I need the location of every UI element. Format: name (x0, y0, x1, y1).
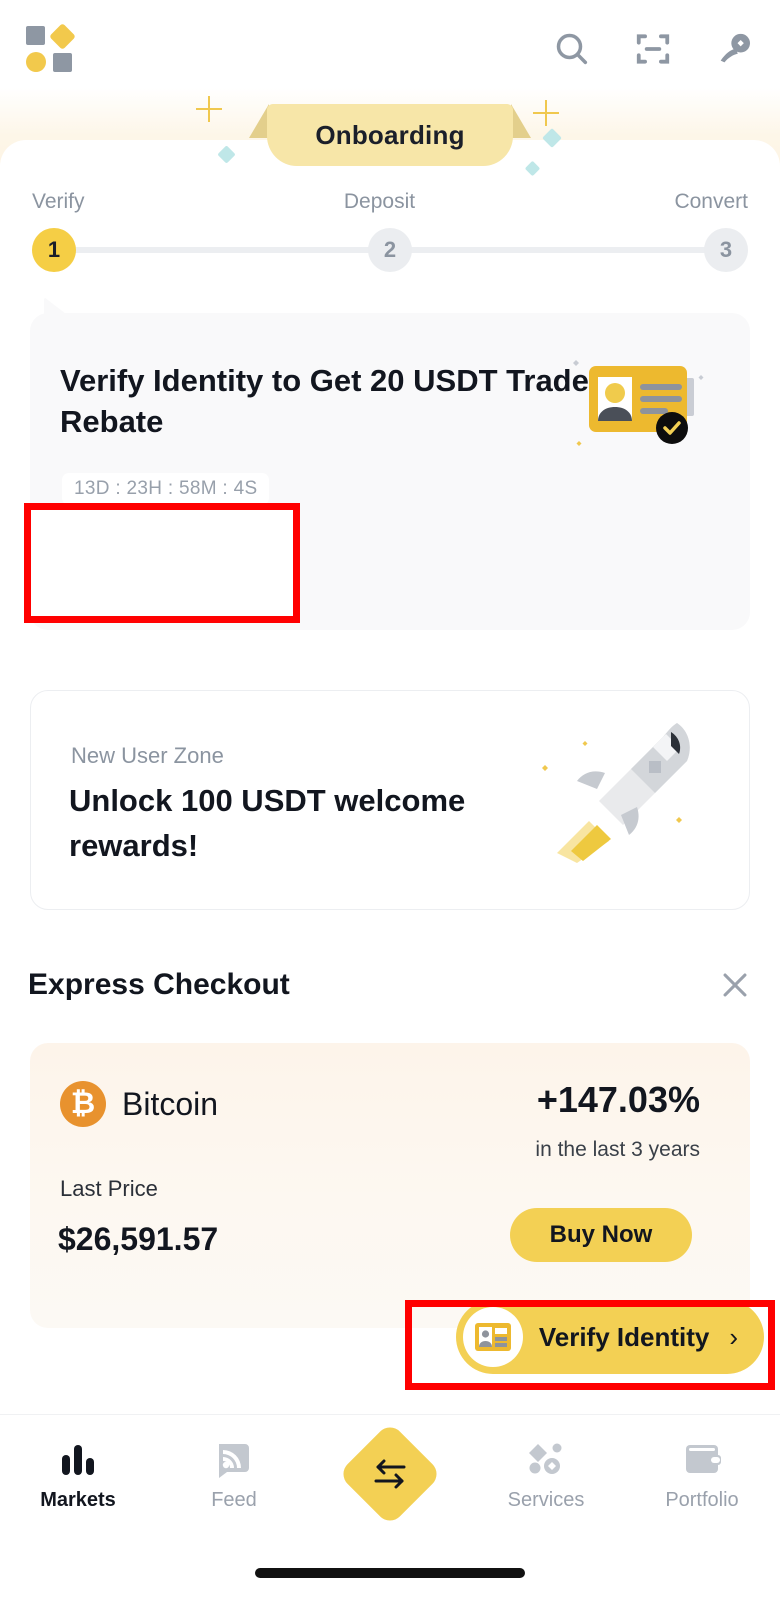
support-icon[interactable] (714, 29, 754, 69)
bitcoin-icon: ₿ (60, 1081, 106, 1127)
sparkle-cross-right (533, 100, 559, 126)
app-logo[interactable] (26, 23, 76, 72)
onboarding-banner-title: Onboarding (315, 119, 465, 150)
coin-identity: ₿ Bitcoin (60, 1081, 218, 1127)
stepper-track: 1 2 3 (32, 228, 748, 272)
express-checkout-title: Express Checkout (28, 968, 290, 1001)
coin-change-percent: +147.03% (536, 1079, 700, 1120)
sparkle-cross-left (196, 96, 222, 122)
close-icon[interactable] (718, 968, 752, 1002)
verify-identity-floating-button[interactable]: Verify Identity › (455, 1300, 764, 1374)
logo-square-top-left (26, 26, 45, 45)
top-bar (0, 0, 780, 98)
new-user-zone-card[interactable]: New User Zone Unlock 100 USDT welcome re… (30, 690, 750, 910)
top-bar-actions (552, 29, 754, 69)
id-card-icon (462, 1307, 523, 1367)
verify-identity-card: Verify Identity to Get 20 USDT Trade Fee… (30, 313, 750, 630)
verify-card-countdown: 13D : 23H : 58M : 4S (62, 473, 270, 505)
services-icon (526, 1437, 566, 1481)
logo-square-bottom-right (53, 53, 72, 72)
scan-icon[interactable] (634, 30, 672, 68)
new-user-title: Unlock 100 USDT welcome rewards! (69, 783, 466, 863)
nav-item-swap[interactable] (320, 1421, 460, 1527)
app-screen: Onboarding Verify Deposit Convert 1 2 3 … (0, 0, 780, 1600)
rocket-illustration (527, 713, 717, 863)
stepper-labels: Verify Deposit Convert (32, 190, 748, 214)
id-card-verified-illustration (554, 338, 714, 468)
nav-item-feed[interactable]: Feed (164, 1437, 304, 1512)
express-checkout-header: Express Checkout (28, 968, 752, 1002)
logo-circle-bottom-left (26, 52, 46, 72)
nav-label-feed: Feed (211, 1489, 257, 1511)
nav-item-services[interactable]: Services (476, 1437, 616, 1512)
home-indicator (255, 1568, 525, 1578)
buy-now-button[interactable]: Buy Now (510, 1208, 692, 1262)
nav-item-portfolio[interactable]: Portfolio (632, 1437, 772, 1512)
step-label-verify: Verify (32, 190, 85, 213)
nav-item-markets[interactable]: Markets (8, 1437, 148, 1512)
bar-chart-icon (58, 1437, 98, 1481)
onboarding-stepper: Verify Deposit Convert 1 2 3 (0, 190, 780, 272)
last-price-label: Last Price (60, 1176, 158, 1201)
step-dot-3[interactable]: 3 (704, 228, 748, 272)
verify-button[interactable]: Verify (88, 518, 276, 576)
step-label-convert: Convert (674, 190, 748, 213)
nav-label-services: Services (507, 1489, 585, 1511)
coin-name: Bitcoin (122, 1085, 219, 1122)
step-dot-1[interactable]: 1 (32, 228, 76, 272)
bitcoin-offer-card: ₿ Bitcoin +147.03% in the last 3 years L… (30, 1043, 750, 1328)
chevron-right-icon: › (729, 1321, 738, 1352)
nav-label-markets: Markets (40, 1489, 116, 1511)
rss-feed-icon (215, 1437, 253, 1481)
step-dot-2[interactable]: 2 (368, 228, 412, 272)
nav-label-portfolio: Portfolio (665, 1489, 739, 1511)
onboarding-banner: Onboarding (267, 104, 513, 166)
verify-identity-label: Verify Identity (538, 1321, 710, 1352)
swap-icon (337, 1421, 443, 1527)
search-icon[interactable] (552, 29, 592, 69)
step-label-deposit: Deposit (343, 190, 416, 213)
logo-diamond-top-right (49, 23, 76, 50)
new-user-subtitle: New User Zone (71, 743, 224, 768)
wallet-icon (682, 1437, 722, 1481)
last-price-value: $26,591.57 (58, 1221, 219, 1257)
coin-change-period: in the last 3 years (535, 1138, 700, 1161)
